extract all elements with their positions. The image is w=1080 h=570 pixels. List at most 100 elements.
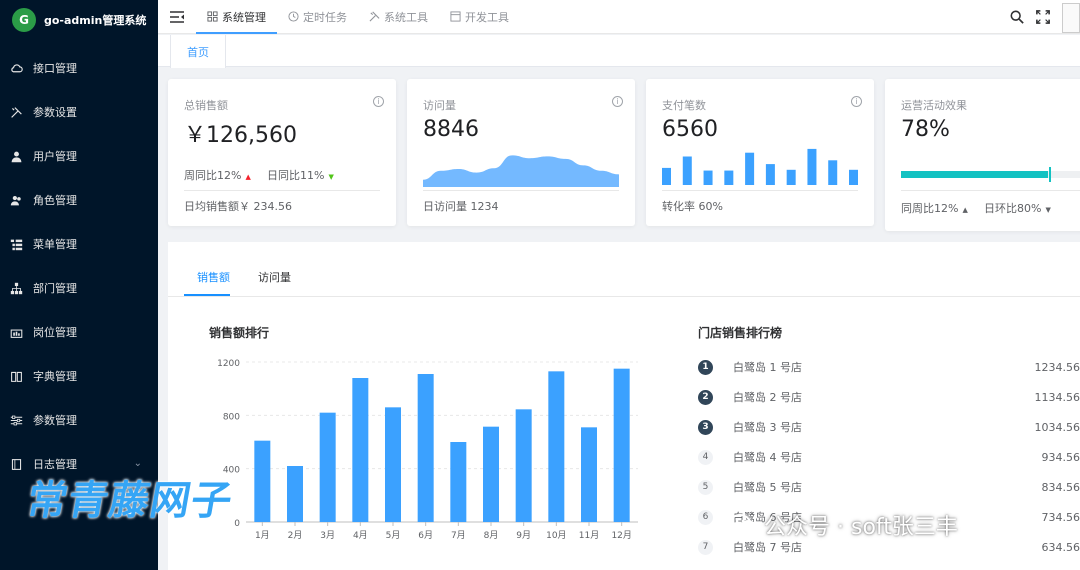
trend-day: 日环比80% ▼ [984, 200, 1051, 216]
app-logo[interactable]: G go-admin管理系统 [0, 0, 158, 40]
trend-label: 日环比80% [984, 202, 1042, 215]
card-operations: 运营活动效果 78% 同周比12% ▲ 日环比80% ▼ [885, 79, 1080, 231]
card-value: 78% [901, 117, 950, 142]
progress-bar [901, 167, 1080, 182]
tab-sales[interactable]: 销售额 [197, 269, 230, 285]
rank-number: 4 [698, 449, 713, 465]
bar[interactable] [483, 426, 499, 522]
caret-down-icon: ▼ [328, 173, 334, 181]
rank-number: 1 [698, 359, 713, 375]
tag-home[interactable]: 首页 [170, 35, 226, 68]
search-icon[interactable] [1004, 0, 1030, 34]
avatar[interactable] [1062, 3, 1080, 33]
card-footer: 日访问量 1234 [423, 200, 499, 213]
tab-visits[interactable]: 访问量 [258, 269, 291, 285]
card-value: 8846 [423, 117, 479, 142]
payments-bar-chart [662, 148, 858, 185]
sidebar-item-label: 接口管理 [33, 62, 77, 75]
store-sales: 1234.56 [1034, 360, 1080, 374]
x-tick-label: 5月 [386, 530, 401, 541]
info-icon[interactable]: i [612, 96, 623, 107]
bar[interactable] [613, 368, 630, 522]
rank-number: 3 [698, 419, 713, 435]
store-name: 白鹭岛 4 号店 [733, 451, 802, 464]
dev-icon [450, 11, 461, 22]
bar[interactable] [385, 407, 401, 522]
tags-bar: 首页 [158, 35, 1080, 68]
tab-label: 系统管理 [222, 10, 266, 24]
sliders-icon [9, 413, 23, 427]
cloud-icon [9, 61, 23, 75]
y-tick-label: 1200 [217, 359, 240, 369]
tab-label: 定时任务 [303, 10, 347, 24]
info-icon[interactable]: i [373, 96, 384, 107]
payment-bar [849, 169, 858, 185]
watermark-left: 常青藤网子 [23, 478, 237, 524]
x-tick-label: 4月 [353, 530, 368, 541]
sidebar-item-users[interactable]: 用户管理 [0, 134, 158, 178]
info-icon[interactable]: i [851, 96, 862, 107]
hamburger-icon[interactable] [158, 0, 196, 34]
progress-target-mark [1049, 167, 1052, 182]
store-name: 白鹭岛 2 号店 [733, 391, 802, 404]
bar[interactable] [515, 409, 532, 522]
sidebar-item-departments[interactable]: 部门管理 [0, 266, 158, 310]
store-name: 白鹭岛 1 号店 [733, 361, 802, 374]
sidebar-item-param-settings[interactable]: 参数设置 [0, 90, 158, 134]
rank-title: 门店销售排行榜 [698, 326, 783, 340]
tab-separator [168, 296, 1080, 297]
bar[interactable] [254, 440, 271, 522]
visits-area-chart [423, 155, 619, 187]
tab-dev-tools[interactable]: 开发工具 [439, 0, 520, 34]
bar[interactable] [352, 378, 369, 522]
card-value: ￥126,560 [184, 123, 297, 148]
sidebar-item-api[interactable]: 接口管理 [0, 46, 158, 90]
tab-system-tools[interactable]: 系统工具 [358, 0, 439, 34]
tab-scheduled-tasks[interactable]: 定时任务 [277, 0, 358, 34]
bar[interactable] [287, 466, 303, 522]
sidebar-item-params[interactable]: 参数管理 [0, 398, 158, 442]
x-tick-label: 9月 [516, 530, 531, 541]
card-divider [901, 190, 1080, 191]
payment-bar [724, 170, 734, 185]
y-tick-label: 0 [234, 519, 240, 529]
bar[interactable] [417, 374, 434, 522]
tools-icon [9, 105, 23, 119]
tools-icon [369, 11, 380, 22]
payment-bar [662, 167, 671, 185]
store-sales: 1034.56 [1034, 420, 1080, 434]
sidebar-item-menus[interactable]: 菜单管理 [0, 222, 158, 266]
y-tick-label: 800 [223, 412, 240, 422]
caret-up-icon: ▲ [245, 173, 251, 181]
tab-system-management[interactable]: 系统管理 [196, 0, 277, 34]
x-tick-label: 1月 [255, 530, 270, 541]
card-title: 访问量 [423, 99, 456, 112]
card-payments: 支付笔数 i 6560 转化率 60% [646, 79, 874, 226]
x-tick-label: 2月 [288, 530, 303, 541]
x-tick-label: 11月 [579, 530, 599, 541]
sidebar-menu: 接口管理 参数设置 用户管理 角色管理 菜单管理 部门管理 岗位管理 字典管理 [0, 46, 158, 486]
fullscreen-icon[interactable] [1030, 0, 1056, 34]
sidebar-item-posts[interactable]: 岗位管理 [0, 310, 158, 354]
trend-week: 同周比12% ▲ [901, 200, 968, 216]
rank-row: 5 白鹭岛 5 号店 834.56 [698, 477, 1080, 497]
payment-bar [765, 164, 775, 185]
payment-bar [703, 170, 713, 185]
card-value: 6560 [662, 117, 718, 142]
tab-label: 系统工具 [384, 10, 428, 24]
card-divider [184, 190, 380, 191]
visits-area [423, 155, 619, 187]
bar[interactable] [548, 371, 565, 522]
sidebar-item-label: 参数管理 [33, 414, 77, 427]
bar[interactable] [319, 412, 336, 522]
trend-label: 同周比12% [901, 202, 959, 215]
bar[interactable] [581, 427, 597, 522]
sidebar-item-label: 菜单管理 [33, 238, 77, 251]
sidebar-item-dictionary[interactable]: 字典管理 [0, 354, 158, 398]
caret-up-icon: ▲ [962, 206, 968, 214]
sidebar-item-label: 角色管理 [33, 194, 77, 207]
sidebar-item-roles[interactable]: 角色管理 [0, 178, 158, 222]
post-icon [9, 325, 23, 339]
bar[interactable] [450, 442, 467, 522]
rank-row: 2 白鹭岛 2 号店 1134.56 [698, 387, 1080, 407]
